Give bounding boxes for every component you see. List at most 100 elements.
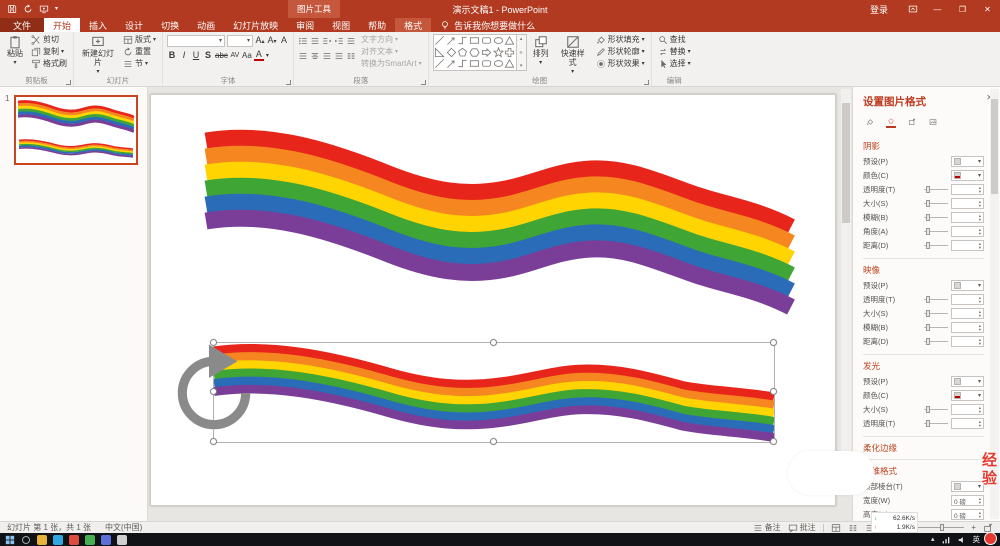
copy-button[interactable]: 复制▾ [29, 46, 69, 57]
shape-effects-button[interactable]: 形状效果▾ [594, 58, 647, 69]
value-spinner[interactable]: ▴▾ [951, 294, 984, 305]
tab-动画[interactable]: 动画 [188, 18, 224, 32]
shape-icon[interactable] [457, 35, 469, 47]
tab-审阅[interactable]: 审阅 [287, 18, 323, 32]
shape-icon[interactable] [469, 47, 481, 59]
slider[interactable] [924, 423, 948, 424]
notes-button[interactable]: 备注 [753, 522, 781, 533]
slider[interactable] [924, 299, 948, 300]
slide-sorter-view-icon[interactable] [848, 523, 858, 533]
vertical-scrollbar[interactable] [841, 89, 851, 493]
selection-handle[interactable] [490, 438, 497, 445]
comments-button[interactable]: 批注 [788, 522, 816, 533]
slider-thumb[interactable] [926, 200, 930, 207]
slider-thumb[interactable] [926, 338, 930, 345]
ribbon-display-options-icon[interactable] [900, 0, 925, 18]
shape-icon[interactable] [445, 35, 457, 47]
color-dropdown[interactable]: ▾ [951, 170, 984, 181]
browser-icon[interactable] [53, 535, 63, 545]
slider-thumb[interactable] [926, 186, 930, 193]
volume-icon[interactable] [957, 535, 967, 545]
shape-icon[interactable] [434, 35, 446, 47]
effects-icon[interactable] [886, 118, 896, 128]
customize-qat-icon[interactable]: ▾ [55, 6, 58, 12]
preset-dropdown[interactable]: ▾ [951, 376, 984, 387]
slider-thumb[interactable] [926, 242, 930, 249]
pane-section-3[interactable]: 柔化边缘 [863, 442, 984, 454]
font-color-arrow-icon[interactable]: ▾ [266, 53, 269, 59]
zoom-slider[interactable] [918, 527, 964, 528]
shape-icon[interactable] [504, 35, 516, 47]
shape-icon[interactable] [469, 35, 481, 47]
select-button[interactable]: 选择▾ [656, 58, 693, 69]
tab-视图[interactable]: 视图 [323, 18, 359, 32]
slider-thumb[interactable] [926, 296, 930, 303]
value-spinner[interactable]: ▴▾ [951, 418, 984, 429]
slide-thumbnail[interactable] [14, 95, 138, 165]
tab-设计[interactable]: 设计 [116, 18, 152, 32]
dialog-launcher-icon[interactable] [644, 80, 649, 85]
slider[interactable] [924, 245, 948, 246]
shapes-gallery-scrollbar[interactable]: ▴≡▾ [517, 34, 527, 71]
slide[interactable] [150, 94, 836, 506]
shape-icon[interactable] [469, 58, 481, 70]
tab-切换[interactable]: 切换 [152, 18, 188, 32]
bullets-icon[interactable] [298, 36, 308, 46]
decrease-indent-icon[interactable] [322, 36, 332, 46]
shape-icon[interactable] [445, 58, 457, 70]
picture-icon[interactable] [928, 118, 938, 128]
rotate-handle-icon[interactable] [0, 343, 494, 443]
shape-outline-button[interactable]: 形状轮廓▾ [594, 46, 647, 57]
maximize-button[interactable]: ❐ [950, 0, 975, 18]
shape-icon[interactable] [492, 35, 504, 47]
tell-me-box[interactable]: 告诉我你想要做什么 [431, 18, 544, 32]
preset-dropdown[interactable]: ▾ [951, 156, 984, 167]
clear-formatting-button[interactable]: A [279, 35, 289, 46]
minimize-button[interactable]: — [925, 0, 950, 18]
format-painter-button[interactable]: 格式刷 [29, 58, 69, 69]
dialog-launcher-icon[interactable] [286, 80, 291, 85]
normal-view-icon[interactable] [831, 523, 841, 533]
slider-thumb[interactable] [926, 214, 930, 221]
slider-thumb[interactable] [926, 406, 930, 413]
columns-icon[interactable] [346, 51, 356, 61]
value-spinner[interactable]: ▴▾ [951, 226, 984, 237]
value-spinner[interactable]: ▴▾ [951, 240, 984, 251]
app-icon[interactable] [85, 535, 95, 545]
shape-icon[interactable] [457, 47, 469, 59]
italic-button[interactable]: I [179, 50, 189, 61]
find-button[interactable]: 查找 [656, 34, 693, 45]
arrange-button[interactable]: 排列▾ [530, 34, 552, 67]
tab-幻灯片放映[interactable]: 幻灯片放映 [224, 18, 287, 32]
tab-帮助[interactable]: 帮助 [359, 18, 395, 32]
slider[interactable] [924, 231, 948, 232]
color-dropdown[interactable]: ▾ [951, 390, 984, 401]
value-spinner[interactable]: ▴▾ [951, 184, 984, 195]
selection-box[interactable] [213, 342, 775, 443]
shape-fill-button[interactable]: 形状填充▾ [594, 34, 647, 45]
slider-thumb[interactable] [926, 324, 930, 331]
character-spacing-button[interactable]: AV [230, 50, 240, 61]
pane-section-4[interactable]: 三维格式 [863, 465, 984, 477]
slider[interactable] [924, 409, 948, 410]
undo-icon[interactable] [23, 4, 33, 14]
zoom-in-button[interactable]: + [971, 523, 976, 532]
selection-handle[interactable] [770, 388, 777, 395]
change-case-button[interactable]: Aa [242, 50, 252, 61]
selection-handle[interactable] [770, 438, 777, 445]
shape-icon[interactable] [434, 47, 446, 59]
slider-thumb[interactable] [926, 310, 930, 317]
font-name-select[interactable]: ▾ [167, 35, 225, 47]
selection-handle[interactable] [770, 339, 777, 346]
pane-section-1[interactable]: 映像 [863, 264, 984, 276]
shape-icon[interactable] [504, 58, 516, 70]
tab-file[interactable]: 文件 [0, 18, 44, 32]
slider-thumb[interactable] [926, 228, 930, 235]
sign-in-button[interactable]: 登录 [870, 3, 888, 16]
shape-icon[interactable] [504, 47, 516, 59]
justify-icon[interactable] [334, 51, 344, 61]
start-button-icon[interactable] [5, 535, 15, 545]
slider[interactable] [924, 313, 948, 314]
tab-format-contextual[interactable]: 格式 [395, 18, 431, 32]
slider[interactable] [924, 327, 948, 328]
